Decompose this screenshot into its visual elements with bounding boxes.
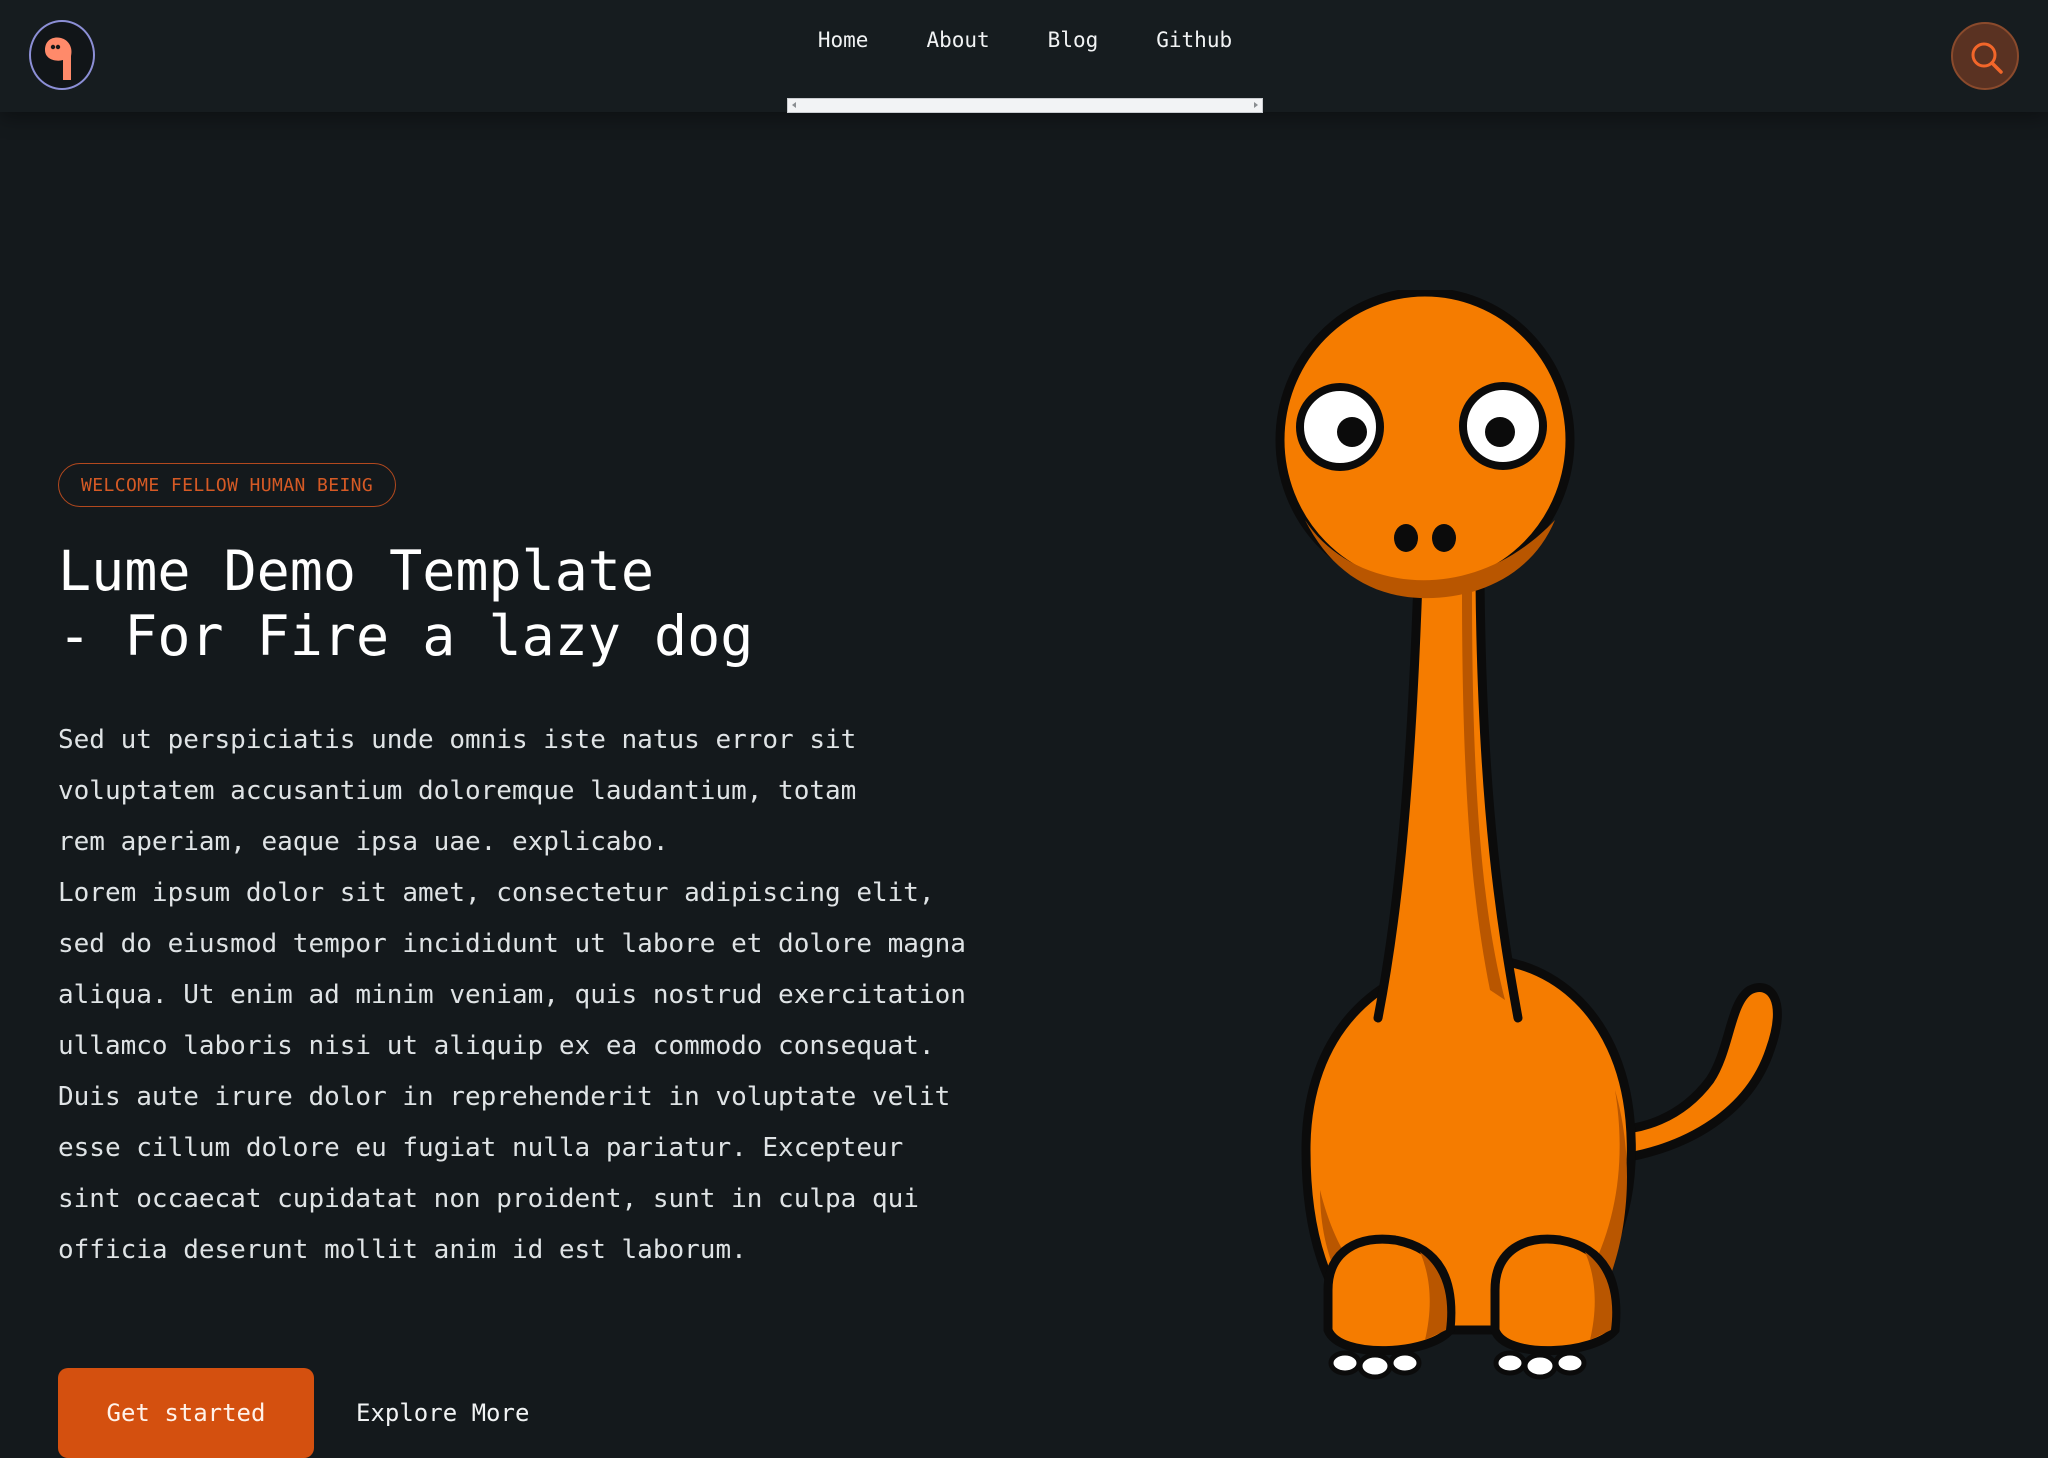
scroll-left-arrow-icon[interactable]: [792, 102, 796, 108]
hero-description: Sed ut perspiciatis unde omnis iste natu…: [58, 715, 978, 1276]
hero-title: Lume Demo Template - For Fire a lazy dog: [58, 539, 978, 669]
dinosaur-illustration: [1275, 287, 1782, 1380]
nav-link-home[interactable]: Home: [818, 28, 869, 52]
hero-text: WELCOME FELLOW HUMAN BEING Lume Demo Tem…: [58, 463, 978, 1276]
nav-links: Home About Blog Github: [787, 28, 1263, 52]
main-nav: Home About Blog Github: [787, 0, 1263, 113]
nav-link-about[interactable]: About: [926, 28, 989, 52]
scroll-right-arrow-icon[interactable]: [1254, 102, 1258, 108]
search-button[interactable]: [1951, 22, 2019, 90]
welcome-badge: WELCOME FELLOW HUMAN BEING: [58, 463, 397, 507]
orange-dinosaur-illustration: [1210, 287, 1810, 1390]
nav-horizontal-scrollbar[interactable]: [787, 98, 1263, 113]
hero-paragraph-2: Lorem ipsum dolor sit amet, consectetur …: [58, 878, 966, 1265]
get-started-button[interactable]: Get started: [58, 1368, 314, 1458]
home-logo-link[interactable]: [29, 20, 95, 90]
hero-title-line-1: Lume Demo Template: [58, 539, 655, 603]
nav-link-github[interactable]: Github: [1156, 28, 1232, 52]
explore-more-link[interactable]: Explore More: [356, 1368, 529, 1458]
nav-link-blog[interactable]: Blog: [1048, 28, 1099, 52]
dinosaur-logo-icon: [45, 37, 72, 80]
hero-title-line-2: - For Fire a lazy dog: [58, 604, 754, 668]
search-icon: [1971, 42, 2003, 74]
site-header: Home About Blog Github: [0, 0, 2048, 113]
hero-paragraph-1: Sed ut perspiciatis unde omnis iste natu…: [58, 725, 857, 857]
